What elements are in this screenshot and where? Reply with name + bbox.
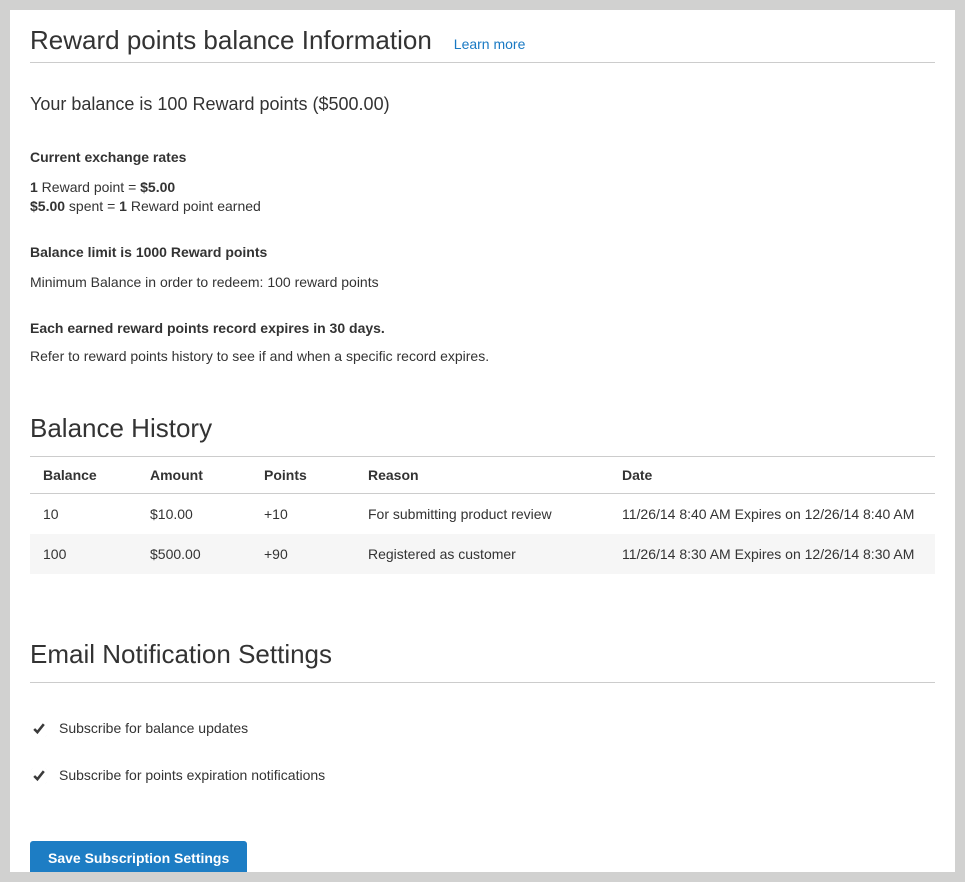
balance-history-table: Balance Amount Points Reason Date 10 $10…	[30, 457, 935, 574]
balance-updates-option: Subscribe for balance updates	[30, 719, 935, 738]
rate1-amount: $5.00	[140, 179, 175, 195]
column-header-amount: Amount	[137, 457, 251, 494]
save-subscription-settings-button[interactable]: Save Subscription Settings	[30, 841, 247, 872]
reward-points-panel: Reward points balance Information Learn …	[10, 10, 955, 872]
column-header-reason: Reason	[355, 457, 609, 494]
exchange-rates: 1 Reward point = $5.00 $5.00 spent = 1 R…	[30, 178, 935, 216]
table-row: 10 $10.00 +10 For submitting product rev…	[30, 494, 935, 535]
cell-reason: For submitting product review	[355, 494, 609, 535]
cell-date: 11/26/14 8:30 AM Expires on 12/26/14 8:3…	[609, 534, 935, 574]
balance-limit-heading: Balance limit is 1000 Reward points	[30, 243, 935, 262]
cell-points: +10	[251, 494, 355, 535]
points-expiration-label[interactable]: Subscribe for points expiration notifica…	[59, 766, 325, 785]
rate2-suffix: Reward point earned	[127, 198, 261, 214]
table-row: 100 $500.00 +90 Registered as customer 1…	[30, 534, 935, 574]
column-header-points: Points	[251, 457, 355, 494]
balance-summary: Your balance is 100 Reward points ($500.…	[30, 92, 935, 117]
cell-amount: $10.00	[137, 494, 251, 535]
column-header-balance: Balance	[30, 457, 137, 494]
rate1-points: 1	[30, 179, 38, 195]
cell-date: 11/26/14 8:40 AM Expires on 12/26/14 8:4…	[609, 494, 935, 535]
expiry-heading: Each earned reward points record expires…	[30, 319, 935, 338]
cell-reason: Registered as customer	[355, 534, 609, 574]
cell-points: +90	[251, 534, 355, 574]
page-title: Reward points balance Information	[30, 24, 432, 56]
balance-updates-label[interactable]: Subscribe for balance updates	[59, 719, 248, 738]
cell-balance: 100	[30, 534, 137, 574]
rate2-text: spent =	[65, 198, 119, 214]
minimum-balance-text: Minimum Balance in order to redeem: 100 …	[30, 273, 935, 292]
balance-updates-checkbox[interactable]	[31, 721, 47, 737]
exchange-rate-line-1: 1 Reward point = $5.00	[30, 178, 935, 197]
balance-history-heading: Balance History	[30, 412, 935, 457]
rate2-amount: $5.00	[30, 198, 65, 214]
exchange-rate-line-2: $5.00 spent = 1 Reward point earned	[30, 197, 935, 216]
points-expiration-checkbox[interactable]	[31, 768, 47, 784]
learn-more-link[interactable]: Learn more	[454, 36, 526, 52]
column-header-date: Date	[609, 457, 935, 494]
points-expiration-option: Subscribe for points expiration notifica…	[30, 766, 935, 785]
cell-amount: $500.00	[137, 534, 251, 574]
exchange-rates-heading: Current exchange rates	[30, 148, 935, 167]
cell-balance: 10	[30, 494, 137, 535]
email-settings-heading: Email Notification Settings	[30, 638, 935, 683]
expiry-note: Refer to reward points history to see if…	[30, 347, 935, 366]
table-header-row: Balance Amount Points Reason Date	[30, 457, 935, 494]
page-header: Reward points balance Information Learn …	[30, 10, 935, 63]
rate1-text: Reward point =	[38, 179, 140, 195]
rate2-points: 1	[119, 198, 127, 214]
